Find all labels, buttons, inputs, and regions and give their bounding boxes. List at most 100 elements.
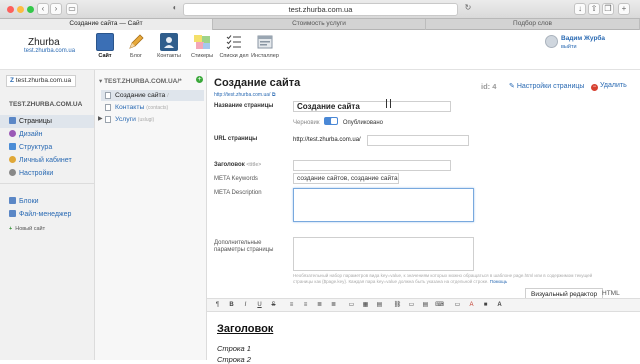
code-button[interactable]: ⌨ bbox=[435, 301, 444, 310]
editor-content[interactable]: Заголовок Строка 1 Строка 2 bbox=[207, 313, 640, 364]
app-header: Zhurba test.zhurba.com.ua Сайт Блог Конт… bbox=[0, 30, 640, 70]
keywords-label: META Keywords bbox=[214, 176, 258, 182]
brand-url-link[interactable]: test.zhurba.com.ua bbox=[24, 48, 75, 54]
font-color-button[interactable]: A bbox=[467, 301, 476, 310]
url-prefix: http://test.zhurba.com.ua/ bbox=[293, 137, 361, 143]
module-blog[interactable]: Блог bbox=[121, 33, 151, 59]
pages-icon bbox=[9, 117, 16, 124]
sidebar-toggle-button[interactable]: ▭ bbox=[66, 3, 78, 15]
page-url-link[interactable]: http://test.zhurba.com.ua/ ⧉ bbox=[214, 92, 275, 98]
font-size-button[interactable]: A bbox=[495, 301, 504, 310]
triangle-right-icon[interactable]: ▶ bbox=[98, 114, 103, 125]
link-button[interactable]: ⛓ bbox=[393, 301, 402, 310]
outdent-button[interactable]: ≣ bbox=[315, 301, 324, 310]
page-name-input[interactable]: Создание сайта bbox=[293, 101, 451, 112]
download-icon: ↓ bbox=[578, 4, 582, 13]
settings-icon bbox=[9, 169, 16, 176]
page-icon bbox=[105, 92, 111, 99]
module-contacts[interactable]: Контакты bbox=[154, 33, 184, 59]
page-tree: ▾ TEST.ZHURBA.COM.UA/* + Создание сайта … bbox=[95, 70, 207, 360]
logout-link[interactable]: выйти bbox=[561, 44, 577, 50]
module-site[interactable]: Сайт bbox=[90, 33, 120, 59]
keywords-input[interactable]: создание сайтов, создание сайта bbox=[293, 173, 399, 184]
delete-page-link[interactable]: − Удалить bbox=[591, 82, 627, 91]
content-heading: Заголовок bbox=[217, 323, 274, 335]
video-button[interactable]: ▦ bbox=[361, 301, 370, 310]
underline-button[interactable]: U bbox=[255, 301, 264, 310]
download-button[interactable]: ↓ bbox=[574, 3, 586, 15]
help-link[interactable]: Помощь bbox=[490, 279, 507, 284]
content-line: Строка 1 bbox=[217, 344, 251, 353]
url-label: URL страницы bbox=[214, 136, 258, 142]
url-slug-input[interactable] bbox=[367, 135, 469, 146]
site-icon bbox=[96, 33, 114, 51]
module-stickers[interactable]: Стикеры bbox=[187, 33, 217, 59]
tab-site[interactable]: Создание сайта — Сайт bbox=[0, 19, 213, 30]
new-site-link[interactable]: + Новый сайт bbox=[9, 226, 45, 232]
avatar[interactable] bbox=[545, 35, 558, 48]
extra-params-textarea[interactable] bbox=[293, 237, 474, 271]
checklist-icon bbox=[225, 33, 243, 51]
bold-button[interactable]: B bbox=[227, 301, 236, 310]
sidebar-icon: ▭ bbox=[68, 4, 76, 13]
tab-service-cost[interactable]: Стоимость услуги bbox=[213, 19, 426, 30]
files-icon bbox=[9, 210, 16, 217]
pencil-icon bbox=[127, 33, 145, 51]
forward-button[interactable]: › bbox=[50, 3, 62, 15]
module-todo[interactable]: Списки дел bbox=[219, 33, 249, 59]
back-button[interactable]: ‹ bbox=[37, 3, 49, 15]
unordered-list-button[interactable]: ≡ bbox=[287, 301, 296, 310]
share-button[interactable]: ⇧ bbox=[588, 3, 600, 15]
add-page-button[interactable]: + bbox=[196, 76, 203, 83]
key-icon bbox=[9, 156, 16, 163]
sidebar-divider bbox=[0, 183, 94, 184]
publish-toggle[interactable] bbox=[324, 117, 339, 125]
strike-button[interactable]: S bbox=[269, 301, 278, 310]
background-color-button[interactable]: ■ bbox=[481, 301, 490, 310]
plus-icon: + bbox=[9, 226, 13, 232]
sidebar-item-design[interactable]: Дизайн bbox=[0, 128, 94, 141]
tab-word-picker[interactable]: Подбор слов bbox=[426, 19, 640, 30]
chevron-right-icon: › bbox=[54, 4, 58, 13]
image-button[interactable]: ▭ bbox=[347, 301, 356, 310]
ordered-list-button[interactable]: ≡ bbox=[301, 301, 310, 310]
indent-button[interactable]: ≣ bbox=[329, 301, 338, 310]
sidebar-item-account[interactable]: Личный кабинет bbox=[0, 154, 94, 167]
new-tab-button[interactable]: + bbox=[618, 3, 630, 15]
plus-icon: + bbox=[197, 76, 202, 83]
user-name[interactable]: Вадим Журба bbox=[561, 35, 631, 42]
sidebar-item-blocks[interactable]: Блоки bbox=[0, 195, 94, 208]
table-button[interactable]: ▭ bbox=[407, 301, 416, 310]
address-bar[interactable]: test.zhurba.com.ua bbox=[183, 3, 458, 16]
block-button[interactable]: ▤ bbox=[421, 301, 430, 310]
tree-root[interactable]: ▾ TEST.ZHURBA.COM.UA/* bbox=[99, 77, 182, 85]
publish-toggle-group: Черновик Опубликовано bbox=[293, 117, 383, 126]
italic-button[interactable]: I bbox=[241, 301, 250, 310]
sidebar-item-pages[interactable]: Страницы bbox=[0, 115, 94, 128]
tabs-overview-button[interactable]: ❐ bbox=[602, 3, 614, 15]
close-window-button[interactable] bbox=[7, 6, 14, 13]
file-button[interactable]: ▤ bbox=[375, 301, 384, 310]
tree-item-contacts[interactable]: Контакты (contacts) bbox=[101, 102, 204, 113]
sidebar-item-settings[interactable]: Настройки bbox=[0, 167, 94, 180]
reload-button[interactable]: ↻ bbox=[463, 3, 473, 15]
description-textarea[interactable] bbox=[293, 188, 474, 222]
structure-icon bbox=[9, 143, 16, 150]
paragraph-button[interactable]: ¶ bbox=[213, 301, 222, 310]
align-button[interactable]: ▭ bbox=[453, 301, 462, 310]
site-switcher[interactable]: Z test.zhurba.com.ua bbox=[6, 75, 76, 87]
page-editor: Создание сайта http://test.zhurba.com.ua… bbox=[207, 70, 640, 364]
heading-input[interactable] bbox=[293, 160, 451, 171]
heading-label: Заголовок <title> bbox=[214, 162, 262, 168]
shield-icon: ◐ bbox=[172, 3, 178, 12]
sidebar-item-file-manager[interactable]: Файл-менеджер bbox=[0, 208, 94, 221]
sidebar-item-structure[interactable]: Структура bbox=[0, 141, 94, 154]
chevron-left-icon: ‹ bbox=[41, 4, 45, 13]
privacy-button[interactable]: ◐ bbox=[170, 3, 180, 15]
zoom-window-button[interactable] bbox=[27, 6, 34, 13]
module-installer[interactable]: Инсталлер bbox=[250, 33, 280, 59]
page-settings-link[interactable]: ✎ Настройки страницы bbox=[509, 82, 584, 90]
tree-item-create-site[interactable]: Создание сайта / bbox=[101, 90, 204, 101]
minimize-window-button[interactable] bbox=[17, 6, 24, 13]
tree-item-services[interactable]: ▶ Услуги (uslugi) bbox=[98, 114, 204, 125]
